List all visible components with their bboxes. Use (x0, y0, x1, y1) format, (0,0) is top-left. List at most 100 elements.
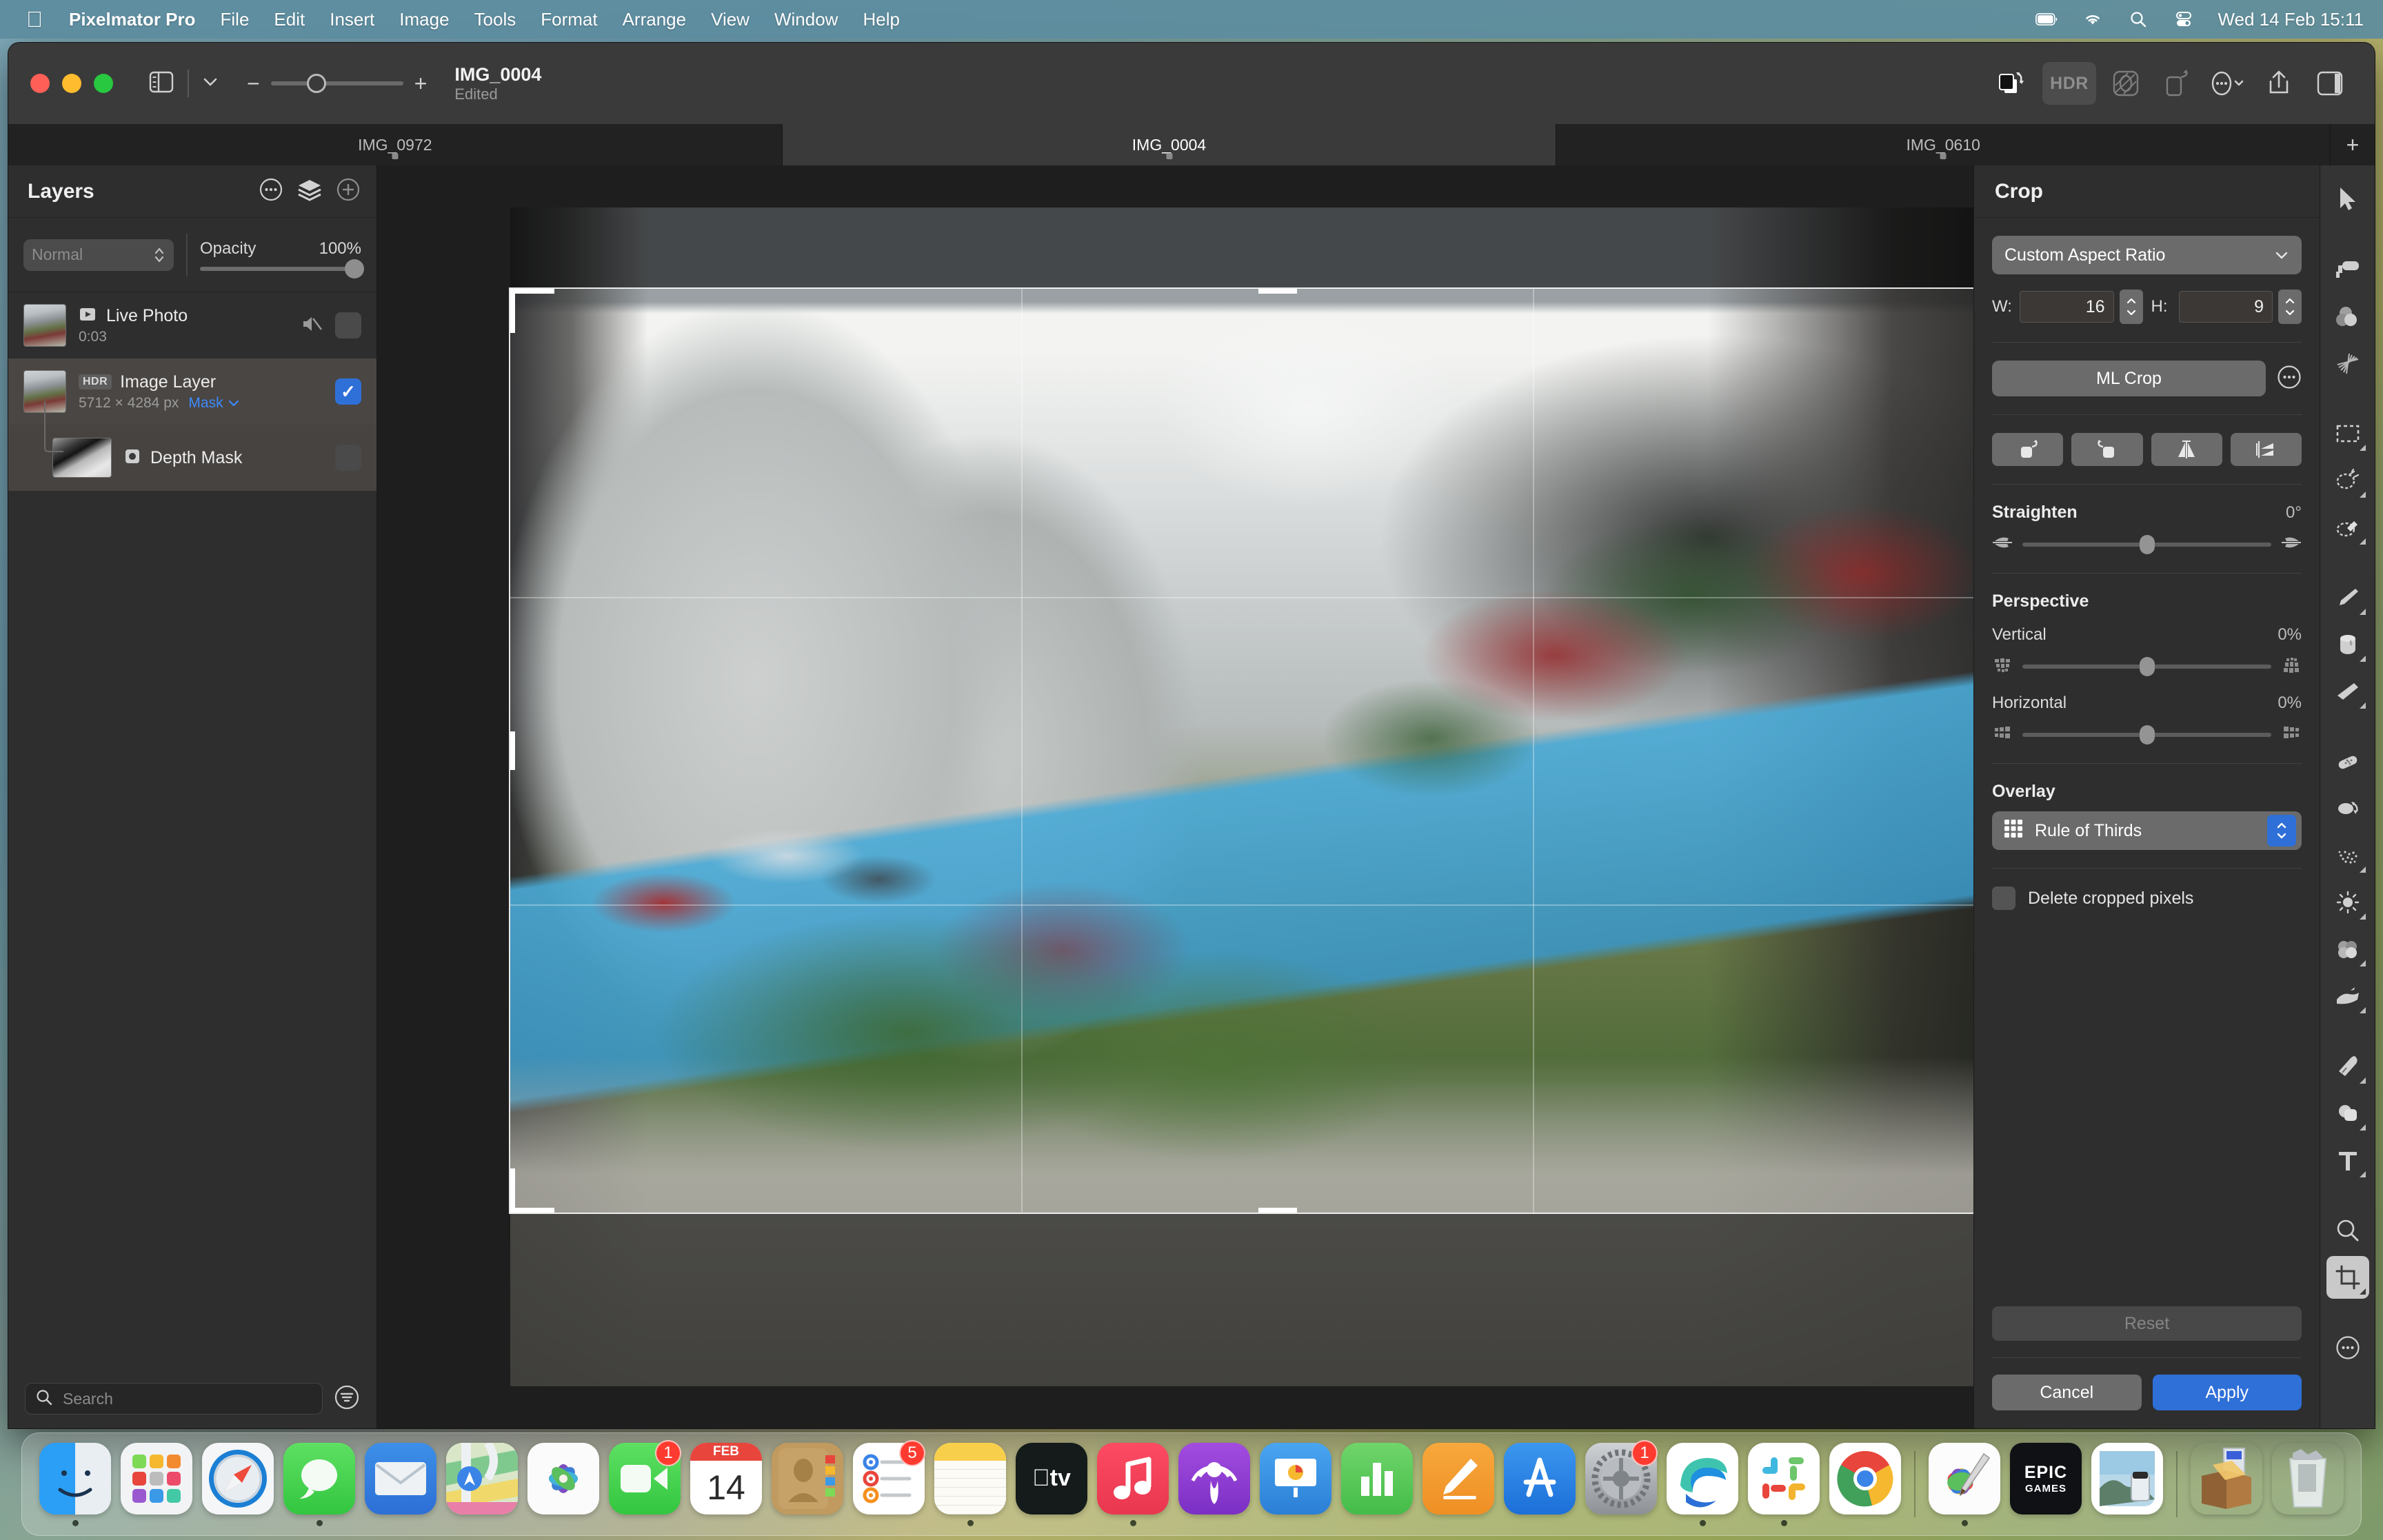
paint-roller-tool[interactable] (2326, 248, 2369, 291)
apple-logo-icon[interactable]:  (25, 8, 57, 30)
layer-visibility-checkbox[interactable]: ✓ (335, 378, 361, 405)
new-tab-button[interactable]: + (2331, 124, 2375, 165)
menu-item-format[interactable]: Format (528, 7, 610, 32)
repair-tool[interactable] (2326, 740, 2369, 783)
straighten-slider-knob[interactable] (2139, 534, 2155, 554)
layers-stack-icon[interactable] (296, 178, 323, 205)
crop-rectangle[interactable] (508, 287, 2047, 1214)
dock-item-chrome[interactable] (1824, 1442, 1906, 1526)
vertical-value[interactable]: 0% (2278, 625, 2302, 645)
vertical-slider[interactable] (2022, 656, 2271, 676)
wifi-icon[interactable] (2081, 8, 2104, 31)
magic-wand-tool[interactable] (2326, 506, 2369, 549)
crop-handle-top-left-v[interactable] (510, 289, 515, 333)
more-tools[interactable] (2326, 1326, 2369, 1369)
rotate-left-icon[interactable] (1992, 433, 2064, 466)
chevron-down-icon[interactable] (203, 77, 218, 91)
crop-handle-top-left[interactable] (510, 289, 554, 294)
dock-item-appstore[interactable] (1499, 1442, 1580, 1526)
search-icon[interactable] (2126, 8, 2150, 31)
dock-item-mail[interactable] (360, 1442, 441, 1526)
crop-tool[interactable] (2326, 1256, 2369, 1299)
control-center-icon[interactable] (2172, 8, 2195, 31)
ml-crop-button[interactable]: ML Crop (1992, 361, 2266, 396)
pen-tool[interactable] (2326, 1045, 2369, 1088)
shapes-tool[interactable] (2326, 1092, 2369, 1135)
zoom-out-button[interactable]: − (247, 72, 260, 94)
dock-item-downloads-stack[interactable] (2186, 1443, 2267, 1526)
smudge-tool[interactable] (2326, 834, 2369, 877)
share-icon[interactable] (2258, 62, 2300, 105)
menu-item-edit[interactable]: Edit (261, 7, 317, 32)
dock-item-facetime[interactable]: 1 (604, 1439, 685, 1526)
lighten-tool[interactable] (2326, 881, 2369, 924)
layer-row-live-photo[interactable]: Live Photo 0:03 (8, 292, 376, 358)
menu-item-arrange[interactable]: Arrange (610, 7, 699, 32)
dock-item-launchpad[interactable] (116, 1442, 197, 1526)
crop-handle-bottom-center[interactable] (1258, 1208, 1297, 1213)
horizontal-slider-knob[interactable] (2139, 725, 2155, 744)
sidebar-toggle-icon[interactable] (149, 70, 174, 97)
effects-tool[interactable] (2326, 342, 2369, 385)
add-layer-icon[interactable] (336, 178, 360, 205)
color-adjust-icon[interactable] (2104, 62, 2147, 105)
paint-bucket-tool[interactable] (2326, 623, 2369, 666)
dock-item-edge[interactable] (1662, 1442, 1743, 1526)
menu-item-insert[interactable]: Insert (317, 7, 387, 32)
menu-item-help[interactable]: Help (850, 7, 912, 32)
flip-horizontal-icon[interactable] (2151, 433, 2222, 466)
opacity-value[interactable]: 100% (319, 239, 361, 259)
dock-item-music[interactable] (1092, 1442, 1174, 1526)
cancel-button[interactable]: Cancel (1992, 1375, 2142, 1410)
apply-button[interactable]: Apply (2152, 1375, 2302, 1410)
inspector-toggle-icon[interactable] (2309, 62, 2351, 105)
dock-item-preview[interactable] (2087, 1442, 2168, 1526)
paint-brush-tool[interactable] (2326, 576, 2369, 619)
menu-bar-clock[interactable]: Wed 14 Feb 15:11 (2218, 9, 2364, 30)
rotate-icon[interactable] (2155, 62, 2198, 105)
more-options-icon[interactable] (259, 178, 283, 205)
layer-flip-icon[interactable] (1991, 62, 2034, 105)
tab-img-0004[interactable]: IMG_0004 (782, 124, 1557, 165)
menu-item-view[interactable]: View (698, 7, 762, 32)
dock-item-numbers[interactable] (1336, 1442, 1418, 1526)
dock-item-safari[interactable] (197, 1442, 279, 1526)
dock-item-pixelmator-pro[interactable] (1924, 1442, 2005, 1526)
clone-stamp-tool[interactable] (2326, 787, 2369, 830)
dock-item-epic-games[interactable]: EPIC GAMES (2005, 1442, 2087, 1526)
close-window-button[interactable] (30, 74, 50, 93)
saturation-tool[interactable] (2326, 928, 2369, 971)
height-stepper[interactable] (2278, 290, 2302, 324)
dock-item-maps[interactable] (441, 1442, 523, 1526)
dock-item-pages[interactable] (1418, 1442, 1499, 1526)
horizontal-slider[interactable] (2022, 725, 2271, 744)
crop-handle-left-center[interactable] (510, 731, 515, 770)
flip-vertical-icon[interactable] (2230, 433, 2302, 466)
speaker-mute-icon[interactable] (301, 314, 323, 337)
zoom-slider[interactable] (270, 74, 403, 93)
arrow-select-tool[interactable] (2326, 178, 2369, 221)
more-options-icon[interactable] (2277, 365, 2302, 393)
height-input[interactable]: 9 (2178, 291, 2273, 323)
delete-cropped-pixels-row[interactable]: Delete cropped pixels (1992, 886, 2302, 910)
quick-selection-tool[interactable] (2326, 459, 2369, 502)
crop-handle-top-center[interactable] (1258, 289, 1297, 294)
dock-item-photos[interactable] (523, 1442, 604, 1526)
horizontal-value[interactable]: 0% (2278, 693, 2302, 713)
dock-item-keynote[interactable] (1255, 1442, 1336, 1526)
opacity-slider[interactable] (200, 259, 364, 278)
aspect-ratio-select[interactable]: Custom Aspect Ratio (1992, 236, 2302, 274)
layer-visibility-checkbox[interactable] (335, 445, 361, 471)
dock-item-notes[interactable] (929, 1442, 1011, 1526)
dock-item-appletv[interactable]: tv (1011, 1442, 1092, 1526)
zoom-tool[interactable] (2326, 1209, 2369, 1252)
tab-img-0972[interactable]: IMG_0972 (8, 124, 783, 165)
delete-cropped-pixels-checkbox[interactable] (1992, 886, 2015, 910)
vertical-slider-knob[interactable] (2139, 656, 2155, 676)
search-input[interactable]: Search (25, 1383, 323, 1415)
menu-item-app-name[interactable]: Pixelmator Pro (57, 7, 208, 32)
dock-item-podcasts[interactable] (1174, 1442, 1255, 1526)
menu-item-image[interactable]: Image (387, 7, 461, 32)
dock-item-system-settings[interactable]: 1 (1580, 1439, 1662, 1526)
layer-row-depth-mask[interactable]: Depth Mask (8, 401, 376, 491)
